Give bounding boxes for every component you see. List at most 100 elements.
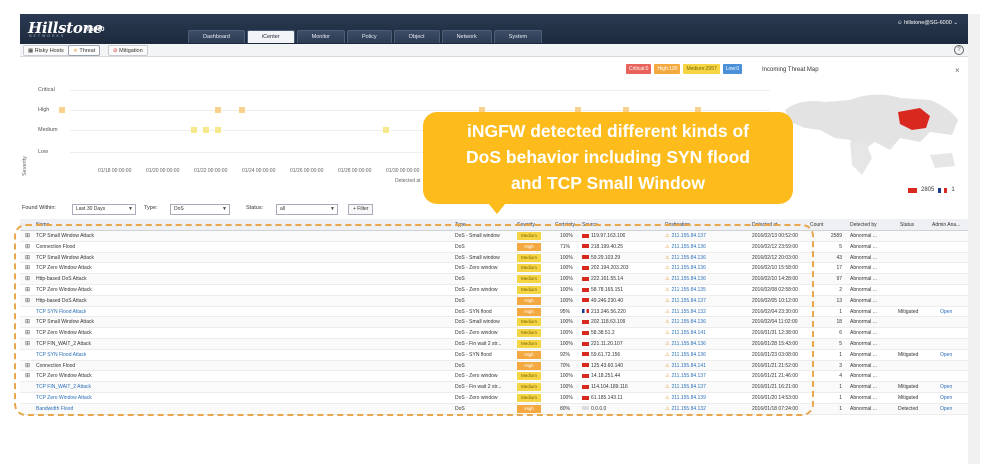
detected-by: Abnormal ... [850,265,877,272]
block-icon: ⊘ [113,48,118,54]
count: 4 [839,373,842,380]
chevron-down-icon: ⌄ [953,20,958,26]
map-australia [930,153,955,168]
detected-by: Abnormal ... [850,308,877,315]
detected-by: Abnormal ... [850,394,877,401]
detected-by: Abnormal ... [850,233,877,239]
detected-by: Abnormal ... [850,384,877,391]
nav-tab-monitor[interactable]: Monitor [296,30,345,43]
grid-line [70,90,770,91]
detected-by: Abnormal ... [850,405,877,412]
chart-point-medium[interactable] [215,127,221,133]
legend-critical[interactable]: Critical:0 [626,64,652,74]
nav-tab-object[interactable]: Object [393,30,440,43]
nav-tab-policy[interactable]: Policy [347,30,392,43]
status: Mitigated [898,308,919,315]
annotation-callout: iNGFW detected different kinds of DoS be… [423,112,793,204]
count: 1 [839,405,842,412]
type-select[interactable]: DoS ▼ [170,204,230,215]
count: 1 [839,308,842,315]
china-flag-icon [908,187,917,193]
legend-low[interactable]: Low:0 [722,64,743,74]
col-header-detected-by[interactable]: Detected by [850,222,877,228]
count: 43 [836,254,842,261]
grid-icon: ▦ [28,48,34,54]
legend-high[interactable]: High:120 [654,64,681,74]
admin-action-link[interactable]: Open [940,309,952,315]
close-icon[interactable]: × [955,66,960,75]
status: Mitigated [898,394,919,401]
map-title: Incoming Threat Map [762,67,819,73]
tab-risky-hosts-label: Risky Hosts [34,48,64,54]
y-tick-label: Low [38,149,49,155]
count: 97 [836,276,842,283]
admin-action-link[interactable]: Open [940,406,952,412]
add-filter-button[interactable]: + Filter [348,204,374,215]
detected-by: Abnormal ... [850,330,877,337]
map-landmass [785,94,958,152]
detected-by: Abnormal ... [850,373,877,380]
tab-mitigation[interactable]: ⊘ Mitigation [108,45,148,56]
detected-by: Abnormal ... [850,243,877,250]
status: Detected [898,405,919,412]
nav-tab-system[interactable]: System [493,30,543,43]
count: 1 [839,394,842,401]
admin-action-link[interactable]: Open [940,384,952,390]
top-header: Hillstone NETWORKS T5060 Dashboard iCent… [20,14,968,44]
tab-risky-hosts[interactable]: ▦ Risky Hosts [23,45,69,56]
x-tick-label: 01/18 00:00:00 [98,168,132,174]
count: 5 [839,243,842,250]
chart-point-high[interactable] [215,107,221,113]
count: 2 [839,286,842,293]
tab-threat[interactable]: ☣ Threat [68,45,101,56]
chart-point-high[interactable] [59,107,65,113]
found-within-label: Found Within: [22,205,56,211]
x-axis-title: Detected at [395,178,421,184]
detected-by: Abnormal ... [850,254,877,261]
chart-point-medium[interactable] [383,127,389,133]
nav-tab-icenter[interactable]: iCenter [246,30,295,43]
callout-line-3: and TCP Small Window [511,173,705,193]
chevron-down-icon: ▼ [330,206,335,212]
tab-mitigation-label: Mitigation [119,48,143,54]
map-legend-count-fr: 1 [951,187,955,193]
status: Mitigated [898,384,919,391]
found-within-select[interactable]: Last 30 Days ▼ [72,204,136,215]
count: 5 [839,340,842,347]
main-nav: Dashboard iCenter Monitor Policy Object … [188,30,543,43]
type-label: Type: [144,205,158,211]
col-header-status[interactable]: Status [900,222,914,228]
y-axis-title: Severity [22,156,28,176]
x-tick-label: 01/24 00:00:00 [242,168,276,174]
highlight-box [14,224,814,416]
threat-icon: ☣ [73,48,78,54]
col-header-count[interactable]: Count [810,222,823,228]
chart-point-medium[interactable] [191,127,197,133]
help-icon[interactable]: ? [954,45,964,55]
x-tick-label: 01/26 00:00:00 [290,168,324,174]
chart-point-medium[interactable] [203,127,209,133]
y-tick-label: Medium [38,127,58,133]
col-header-admin[interactable]: Admin Ana... [932,222,960,228]
nav-tab-dashboard[interactable]: Dashboard [188,30,245,43]
user-name: hillstone@SG-6000 [904,20,952,26]
user-menu[interactable]: ☺ hillstone@SG-6000 ⌄ [897,20,958,26]
nav-tab-network[interactable]: Network [441,30,492,43]
callout-pointer [484,198,510,214]
count: 1 [839,384,842,391]
chart-point-high[interactable] [239,107,245,113]
page-scrollbar[interactable] [968,14,980,464]
detected-by: Abnormal ... [850,276,877,283]
detected-by: Abnormal ... [850,362,877,369]
detected-by: Abnormal ... [850,297,877,304]
world-threat-map[interactable] [780,80,965,180]
count: 6 [839,330,842,337]
x-tick-label: 01/28 00:00:00 [338,168,372,174]
count: 1 [839,351,842,358]
legend-medium[interactable]: Medium:2957 [683,64,720,74]
detected-by: Abnormal ... [850,286,877,293]
admin-action-link[interactable]: Open [940,352,952,358]
count: 17 [836,265,842,272]
admin-action-link[interactable]: Open [940,395,952,401]
status-select[interactable]: all ▼ [276,204,338,215]
